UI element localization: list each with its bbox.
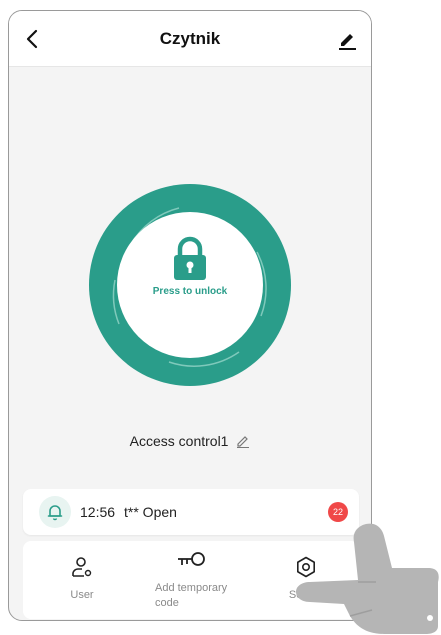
edit-button[interactable] bbox=[335, 27, 359, 51]
unread-count-badge[interactable]: 22 bbox=[328, 502, 348, 522]
edit-pencil-icon bbox=[339, 34, 356, 50]
pointing-hand-icon bbox=[296, 523, 439, 634]
press-to-unlock-label: Press to unlock bbox=[152, 286, 228, 297]
nav-add-temporary-code[interactable]: Add temporary code bbox=[143, 541, 239, 619]
log-time: 12:56 bbox=[80, 504, 116, 520]
nav-user-label: User bbox=[70, 589, 94, 601]
unlock-button[interactable]: Press to unlock bbox=[117, 212, 263, 358]
rename-button[interactable] bbox=[236, 434, 250, 451]
nav-user[interactable]: User bbox=[43, 541, 121, 619]
user-icon bbox=[72, 557, 92, 577]
device-name-row: Access control1 bbox=[9, 433, 371, 451]
bell-badge bbox=[39, 496, 71, 528]
unlock-ring: Press to unlock bbox=[89, 184, 291, 386]
bell-icon bbox=[47, 505, 63, 521]
device-name: Access control1 bbox=[129, 433, 229, 449]
top-bar: Czytnik bbox=[9, 11, 371, 67]
pencil-icon bbox=[237, 435, 250, 448]
lock-icon bbox=[174, 236, 206, 280]
key-icon bbox=[178, 552, 205, 566]
nav-temp-label-line2: code bbox=[155, 597, 179, 609]
log-text: t** Open bbox=[124, 504, 177, 520]
nav-temp-label-line1: Add temporary bbox=[155, 582, 228, 594]
nav-temp-label: Add temporary code bbox=[143, 581, 239, 611]
page-title: Czytnik bbox=[159, 29, 221, 48]
main-area: Press to unlock Access control1 bbox=[9, 67, 371, 487]
